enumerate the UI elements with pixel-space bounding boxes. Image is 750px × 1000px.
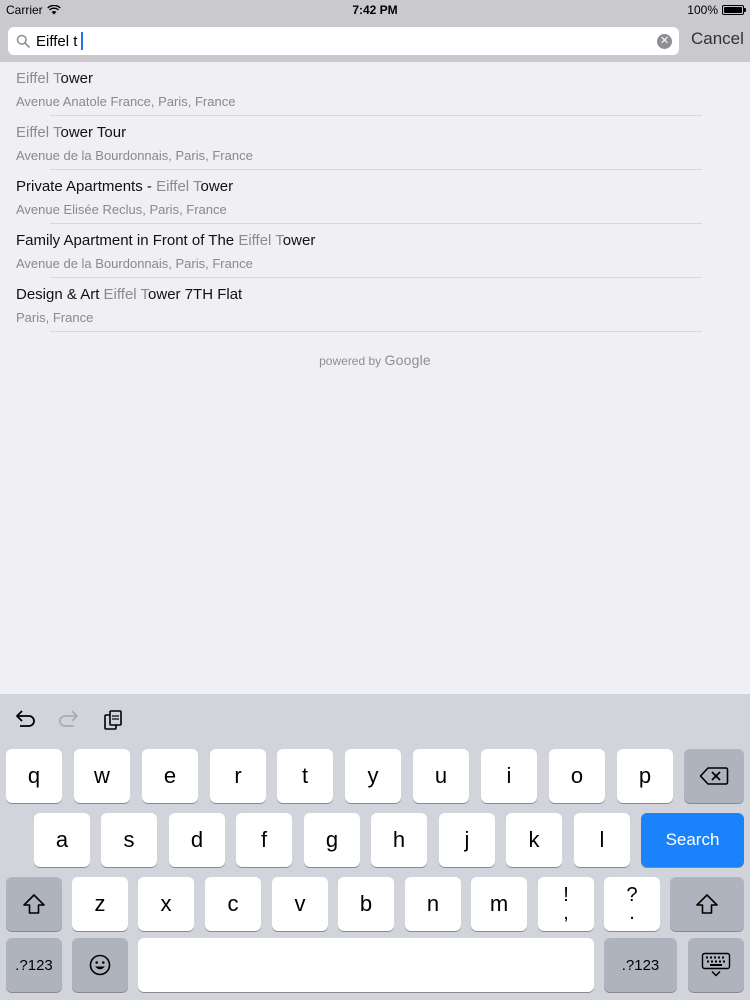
key-exclamation-comma[interactable]: !, [538,877,594,931]
shift-right-key[interactable] [670,877,744,931]
backspace-icon [699,767,729,785]
emoji-key[interactable] [72,938,128,992]
key-h[interactable]: h [371,813,427,867]
key-j[interactable]: j [439,813,495,867]
key-m[interactable]: m [471,877,527,931]
key-e[interactable]: e [142,749,198,803]
clear-icon[interactable]: ✕ [657,34,672,49]
numbers-key-left[interactable]: .?123 [6,938,62,992]
key-l[interactable]: l [574,813,630,867]
result-item[interactable]: Eiffel Tower Avenue Anatole France, Pari… [0,62,750,116]
result-item[interactable]: Design & Art Eiffel Tower 7TH Flat Paris… [0,278,750,332]
result-item[interactable]: Eiffel Tower Tour Avenue de la Bourdonna… [0,116,750,170]
result-subtitle: Avenue de la Bourdonnais, Paris, France [16,148,253,163]
result-subtitle: Paris, France [16,310,94,325]
hide-keyboard-key[interactable] [688,938,744,992]
result-subtitle: Avenue Anatole France, Paris, France [16,94,236,109]
key-d[interactable]: d [169,813,225,867]
text-caret [81,32,83,50]
status-time: 7:42 PM [352,3,398,17]
paste-icon[interactable] [101,708,127,732]
space-key[interactable] [138,938,594,992]
result-title: Design & Art Eiffel Tower 7TH Flat [16,286,243,303]
key-a[interactable]: a [34,813,90,867]
result-title: Eiffel Tower Tour [16,124,127,141]
hide-keyboard-icon [701,952,731,977]
result-item[interactable]: Private Apartments - Eiffel Tower Avenue… [0,170,750,224]
key-s[interactable]: s [101,813,157,867]
key-k[interactable]: k [506,813,562,867]
key-q[interactable]: q [6,749,62,803]
result-item[interactable]: Family Apartment in Front of The Eiffel … [0,224,750,278]
search-field[interactable]: ✕ [8,27,679,55]
emoji-icon [89,954,111,976]
results-list: Eiffel Tower Avenue Anatole France, Pari… [0,62,750,332]
key-t[interactable]: t [277,749,333,803]
key-x[interactable]: x [138,877,194,931]
undo-icon[interactable] [12,708,38,732]
key-v[interactable]: v [272,877,328,931]
result-title: Private Apartments - Eiffel Tower [16,178,234,195]
redo-icon[interactable] [56,708,82,732]
shift-icon [696,894,718,914]
key-g[interactable]: g [304,813,360,867]
battery-icon [722,5,746,15]
status-bar: Carrier 7:42 PM 100% [0,0,750,20]
key-c[interactable]: c [205,877,261,931]
search-input[interactable] [36,31,636,51]
key-o[interactable]: o [549,749,605,803]
key-u[interactable]: u [413,749,469,803]
numbers-key-right[interactable]: .?123 [604,938,677,992]
key-b[interactable]: b [338,877,394,931]
keyboard: q w e r t y u i o p a s d f g h j k l Se… [0,694,750,1000]
key-question-period[interactable]: ?. [604,877,660,931]
keyboard-shortcut-bar [0,694,750,744]
battery-percent: 100% [687,3,718,17]
key-p[interactable]: p [617,749,673,803]
key-f[interactable]: f [236,813,292,867]
google-logo: Google [384,352,431,368]
powered-by-google: powered by Google [319,352,431,368]
backspace-key[interactable] [684,749,744,803]
result-subtitle: Avenue Elisée Reclus, Paris, France [16,202,227,217]
result-title: Family Apartment in Front of The Eiffel … [16,232,316,249]
key-r[interactable]: r [210,749,266,803]
key-y[interactable]: y [345,749,401,803]
key-i[interactable]: i [481,749,537,803]
shift-icon [23,894,45,914]
key-z[interactable]: z [72,877,128,931]
key-w[interactable]: w [74,749,130,803]
cancel-button[interactable]: Cancel [691,29,744,49]
result-title: Eiffel Tower [16,70,93,87]
search-bar: ✕ Cancel [0,20,750,62]
search-icon [16,34,30,48]
battery-level [724,7,742,13]
result-subtitle: Avenue de la Bourdonnais, Paris, France [16,256,253,271]
key-n[interactable]: n [405,877,461,931]
shift-left-key[interactable] [6,877,62,931]
search-key[interactable]: Search [641,813,744,867]
